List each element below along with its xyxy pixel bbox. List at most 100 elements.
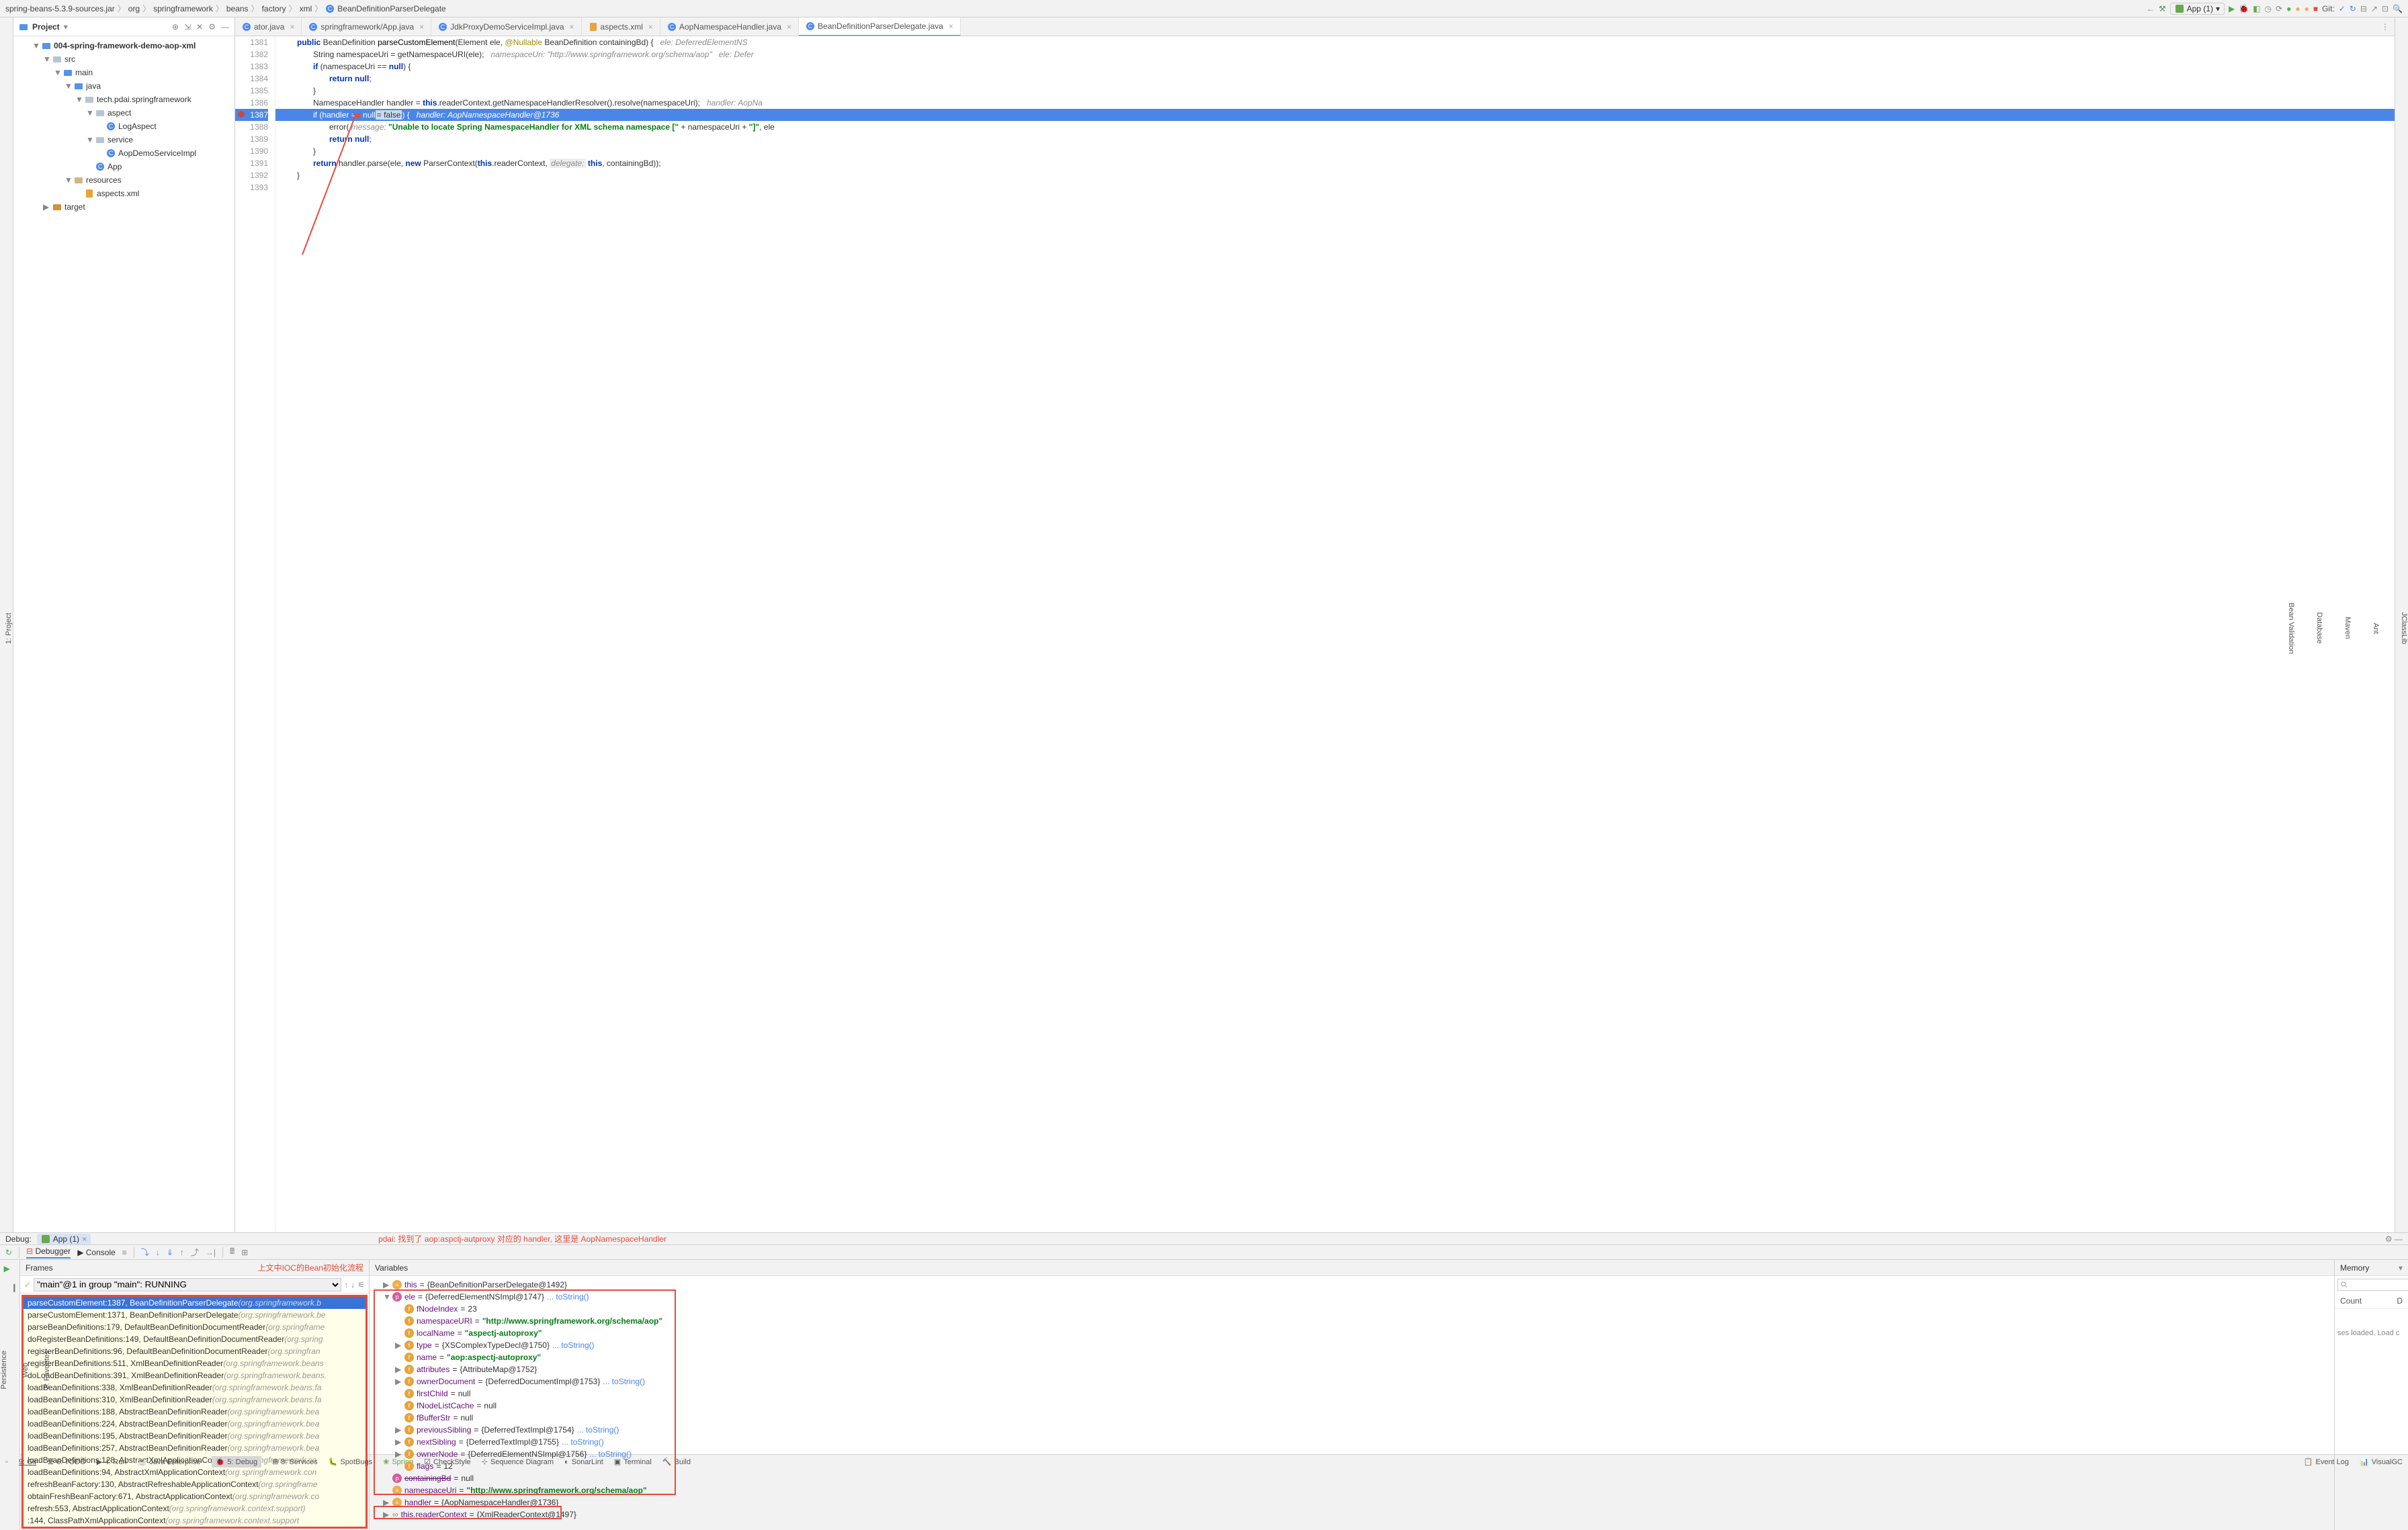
var-row[interactable]: ▶≡ handler = {AopNamespaceHandler@1736}	[372, 1496, 2331, 1508]
tree-row[interactable]: ▼aspect	[13, 106, 234, 120]
run-cursor-icon[interactable]: →|	[206, 1248, 216, 1257]
debug-hide-icon[interactable]: —	[2395, 1234, 2403, 1244]
frame-row[interactable]: loadBeanDefinitions:257, AbstractBeanDef…	[24, 1442, 366, 1454]
frame-row[interactable]: parseCustomElement:1387, BeanDefinitionP…	[24, 1297, 366, 1309]
close-icon[interactable]: ×	[648, 22, 653, 32]
select-opened-icon[interactable]: ⊕	[172, 22, 179, 32]
tree-row[interactable]: aspects.xml	[13, 187, 234, 200]
bb-tool-icon[interactable]: ▫	[5, 1458, 8, 1466]
editor-tab[interactable]: Cspringframework/App.java×	[302, 17, 431, 36]
line-number[interactable]: 1385	[235, 85, 268, 97]
tabs-more-icon[interactable]: ⋮	[2376, 22, 2395, 32]
var-row[interactable]: ▶∞ this.readerContext = {XmlReaderContex…	[372, 1508, 2331, 1521]
git-update-icon[interactable]: ↻	[2350, 4, 2356, 13]
hide-icon[interactable]: —	[221, 22, 229, 32]
memory-search[interactable]	[2337, 1279, 2408, 1291]
frame-row[interactable]: registerBeanDefinitions:96, DefaultBeanD…	[24, 1345, 366, 1357]
var-row[interactable]: ▶f type = {XSComplexTypeDecl@1750} ... t…	[372, 1339, 2331, 1351]
var-row[interactable]: f fBufferStr = null	[372, 1412, 2331, 1424]
bb-debug[interactable]: 🐞 5: Debug	[212, 1456, 261, 1468]
profile-icon[interactable]: ◷	[2265, 4, 2272, 13]
tree-row[interactable]: ▼java	[13, 79, 234, 93]
tree-row[interactable]: ▼main	[13, 66, 234, 79]
next-frame-icon[interactable]: ↓	[351, 1280, 355, 1289]
tree-row[interactable]: ▼004-spring-framework-demo-aop-xml	[13, 39, 234, 52]
strip-web[interactable]: Web	[22, 1363, 30, 1377]
project-title[interactable]: Project	[32, 22, 60, 32]
line-number[interactable]: 1387	[235, 109, 268, 121]
prev-frame-icon[interactable]: ↑	[344, 1280, 348, 1289]
var-row[interactable]: f namespaceURI = "http://www.springframe…	[372, 1315, 2331, 1327]
var-row[interactable]: ▶≡ this = {BeanDefinitionParserDelegate@…	[372, 1279, 2331, 1291]
dot1-icon[interactable]: ●	[2286, 4, 2291, 13]
debug-icon[interactable]: 🐞	[2239, 4, 2249, 13]
close-icon[interactable]: ×	[949, 22, 953, 31]
bc-1[interactable]: org	[128, 4, 140, 13]
gutter[interactable]: 1381138213831384138513861387138813891390…	[235, 36, 275, 1232]
strip-jclasslib[interactable]: JClassLib	[2400, 612, 2408, 644]
frame-row[interactable]: loadBeanDefinitions:338, XmlBeanDefiniti…	[24, 1382, 366, 1394]
tree-row[interactable]: CApp	[13, 160, 234, 173]
bb-visualgc[interactable]: 📊 VisualGC	[2360, 1457, 2403, 1466]
frame-row[interactable]: loadBeanDefinitions:94, AbstractXmlAppli…	[24, 1466, 366, 1478]
frame-row[interactable]: obtainFreshBeanFactory:671, AbstractAppl…	[24, 1490, 366, 1502]
bc-0[interactable]: spring-beans-5.3.9-sources.jar	[5, 4, 115, 13]
tree-row[interactable]: ▼service	[13, 133, 234, 146]
drop-frame-icon[interactable]: ⤴	[191, 1246, 199, 1258]
bb-git[interactable]: 9: Git	[19, 1458, 36, 1466]
tree-row[interactable]: CAopDemoServiceImpl	[13, 146, 234, 160]
bc-4[interactable]: factory	[262, 4, 286, 13]
close-icon[interactable]: ×	[290, 22, 294, 32]
frame-row[interactable]: parseBeanDefinitions:179, DefaultBeanDef…	[24, 1321, 366, 1333]
close-icon[interactable]: ×	[419, 22, 424, 32]
var-row[interactable]: f flags = 12	[372, 1460, 2331, 1472]
run-config-select[interactable]: App (1) ▾	[2170, 3, 2225, 15]
close-icon[interactable]: ×	[570, 22, 574, 32]
frame-row[interactable]: loadBeanDefinitions:188, AbstractBeanDef…	[24, 1406, 366, 1418]
editor-tab[interactable]: CAopNamespaceHandler.java×	[660, 17, 799, 36]
tree-row[interactable]: CLogAspect	[13, 120, 234, 133]
var-row[interactable]: f name = "aop:aspectj-autoproxy"	[372, 1351, 2331, 1363]
strip-project[interactable]: 1: Project	[5, 613, 13, 644]
dot3-icon[interactable]: ●	[2305, 4, 2309, 13]
frame-row[interactable]: :144, ClassPathXmlApplicationContext (or…	[24, 1515, 366, 1527]
debugger-tab[interactable]: ⊟ Debugger	[26, 1246, 71, 1259]
collapse-icon[interactable]: ✕	[196, 22, 203, 32]
bb-run[interactable]: ▶ 4: Run	[97, 1457, 127, 1466]
evaluate-icon[interactable]: 🖩	[230, 1245, 234, 1259]
git-history-icon[interactable]: ⊟	[2360, 4, 2367, 13]
var-row[interactable]: ▶f ownerNode = {DeferredElementNSImpl@17…	[372, 1448, 2331, 1460]
trace-icon[interactable]: ⊞	[241, 1248, 248, 1257]
settings-icon[interactable]: ⚙	[208, 22, 216, 32]
var-row[interactable]: f fNodeIndex = 23	[372, 1303, 2331, 1315]
frame-row[interactable]: refresh:553, AbstractApplicationContext …	[24, 1502, 366, 1515]
step-out-icon[interactable]: ↑	[180, 1248, 184, 1257]
frame-row[interactable]: parseCustomElement:1371, BeanDefinitionP…	[24, 1309, 366, 1321]
more-icon[interactable]: ⊡	[2382, 4, 2389, 13]
var-row[interactable]: f localName = "aspectj-autoproxy"	[372, 1327, 2331, 1339]
close-icon[interactable]: ×	[787, 22, 791, 32]
bb-java-ent[interactable]: ☕ Java Enterprise	[138, 1457, 201, 1466]
debug-config-tab[interactable]: App (1) ×	[37, 1234, 91, 1244]
search-icon[interactable]: 🔍	[2393, 4, 2403, 13]
editor-tab[interactable]: aspects.xml×	[582, 17, 660, 36]
git-commit-icon[interactable]: ✓	[2339, 4, 2346, 13]
var-row[interactable]: f firstChild = null	[372, 1388, 2331, 1400]
var-row[interactable]: p containingBd = null	[372, 1472, 2331, 1484]
editor-tab[interactable]: CJdkProxyDemoServiceImpl.java×	[431, 17, 581, 36]
step-into-icon[interactable]: ↓	[156, 1248, 160, 1257]
expand-icon[interactable]: ⇲	[184, 22, 191, 32]
threads-icon[interactable]: ≡	[122, 1248, 127, 1257]
bc-5[interactable]: xml	[300, 4, 312, 13]
var-row[interactable]: ▶f previousSibling = {DeferredTextImpl@1…	[372, 1424, 2331, 1436]
line-number[interactable]: 1386	[235, 97, 268, 109]
var-row[interactable]: f fNodeListCache = null	[372, 1400, 2331, 1412]
line-number[interactable]: 1390	[235, 145, 268, 157]
filter-frames-icon[interactable]: ⚟	[357, 1280, 365, 1289]
attach-icon[interactable]: ⟳	[2276, 4, 2282, 13]
tree-row[interactable]: ▼tech.pdai.springframework	[13, 93, 234, 106]
thread-select[interactable]: "main"@1 in group "main": RUNNING	[34, 1278, 341, 1291]
bb-todo[interactable]: ☰ 6: TODO	[47, 1457, 85, 1466]
var-row[interactable]: ▼p ele = {DeferredElementNSImpl@1747} ..…	[372, 1291, 2331, 1303]
resume-icon[interactable]: ▶	[4, 1264, 16, 1276]
